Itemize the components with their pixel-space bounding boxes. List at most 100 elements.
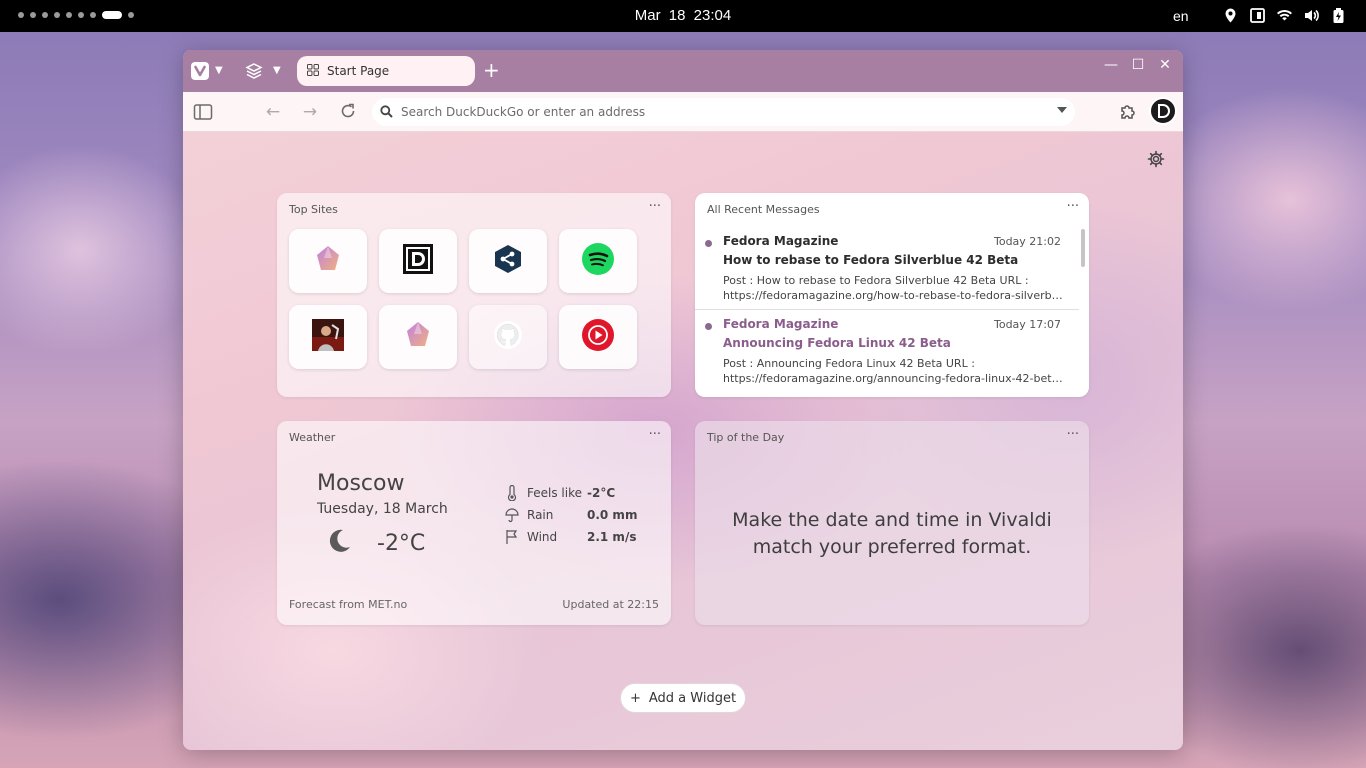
close-window-button[interactable]: ✕ [1155,57,1175,73]
top-site-tile[interactable] [469,229,547,293]
tab-title: Start Page [327,64,390,78]
message-subject: Announcing Fedora Linux 42 Beta [723,336,951,350]
system-top-bar: Mar 18 23:04 en [0,0,1366,32]
address-input[interactable] [401,105,1021,119]
message-preview-line: https://fedoramagazine.org/announcing-fe… [723,372,1063,385]
weather-widget: Weather ··· Moscow Tuesday, 18 March -2°… [277,421,671,625]
tip-line: match your preferred format. [752,536,1032,558]
search-icon [380,103,393,122]
profile-avatar[interactable] [1149,97,1177,125]
new-tab-button[interactable]: + [483,58,500,82]
wind-value: 2.1 m/s [587,530,637,544]
clock[interactable]: Mar 18 23:04 [0,7,1366,24]
message-item[interactable]: Fedora Magazine Today 21:02 How to rebas… [695,234,1073,303]
tab-start-page[interactable]: Start Page [297,56,475,86]
weather-temperature: -2°C [377,531,426,556]
widget-more-button[interactable]: ··· [649,199,661,214]
start-page-settings-icon[interactable] [1147,150,1165,168]
message-subject: How to rebase to Fedora Silverblue 42 Be… [723,253,1019,267]
system-tray[interactable] [1222,7,1347,24]
keyboard-language[interactable]: en [1173,8,1189,24]
photo-icon [312,319,344,355]
plus-icon: + [629,690,641,706]
widget-title: Weather [289,431,336,444]
tip-of-the-day-widget: Tip of the Day ··· Make the date and tim… [695,421,1089,625]
unread-dot [705,240,712,247]
volume-icon[interactable] [1303,7,1320,24]
gem-icon [313,244,343,278]
top-site-tile[interactable] [379,305,457,369]
weather-city: Moscow [317,471,405,496]
panel-toggle-icon[interactable] [193,102,213,122]
chevron-down-icon[interactable]: ▼ [273,65,281,76]
forward-button[interactable]: → [300,102,320,122]
widget-more-button[interactable]: ··· [1067,199,1079,214]
message-preview-line: Post : Announcing Fedora Linux 42 Beta U… [723,357,975,370]
unread-dot [705,323,712,330]
weather-date: Tuesday, 18 March [317,501,448,517]
tab-bar: ▼ ▼ Start Page + — ☐ ✕ [183,50,1183,92]
reload-button[interactable] [338,102,358,122]
battery-icon[interactable] [1330,7,1347,24]
feels-like-value: -2°C [587,486,616,500]
top-sites-widget: Top Sites ··· [277,193,671,397]
gem-icon [403,320,433,354]
message-time: Today 17:07 [993,318,1061,331]
top-site-tile[interactable] [289,229,367,293]
wind-label: Wind [527,530,558,544]
message-divider [695,309,1079,310]
feels-like-label: Feels like [527,486,582,500]
book-d-icon [402,243,434,279]
tip-text: Make the date and time in Vivaldi match … [715,507,1069,561]
message-item[interactable]: Fedora Magazine Today 17:07 Announcing F… [695,317,1073,386]
youtube-music-icon [582,319,614,355]
location-icon[interactable] [1222,7,1239,24]
address-dropdown-icon[interactable] [1057,107,1067,113]
message-preview-line: Post : How to rebase to Fedora Silverblu… [723,274,1029,287]
widget-title: All Recent Messages [707,203,820,216]
rain-label: Rain [527,508,554,522]
messages-scrollbar[interactable] [1081,229,1085,267]
weather-rain-row: Rain 0.0 mm [505,507,637,523]
recent-messages-widget: All Recent Messages ··· Fedora Magazine … [695,193,1089,397]
share-hex-icon [493,244,523,278]
workspaces-icon[interactable] [245,62,263,80]
extensions-icon[interactable] [1118,102,1138,122]
spotify-icon [582,243,614,279]
tip-line: Make the date and time in Vivaldi [732,509,1052,531]
message-time: Today 21:02 [993,235,1061,248]
weather-feels-like-row: Feels like -2°C [505,484,616,502]
rain-value: 0.0 mm [587,508,638,522]
add-widget-button[interactable]: + Add a Widget [620,683,746,713]
top-site-tile[interactable] [559,229,637,293]
widget-title: Top Sites [289,203,338,216]
top-site-tile[interactable] [379,229,457,293]
screen-share-icon[interactable] [1249,7,1266,24]
github-icon [493,320,523,354]
umbrella-icon [505,507,519,523]
browser-window: ▼ ▼ Start Page + — ☐ ✕ ← → Search DuckDu… [183,50,1183,750]
moon-icon [325,527,353,555]
maximize-button[interactable]: ☐ [1128,57,1148,73]
top-site-tile[interactable] [559,305,637,369]
widget-more-button[interactable]: ··· [649,427,661,442]
top-site-tile[interactable] [469,305,547,369]
back-button[interactable]: ← [263,102,283,122]
add-widget-label: Add a Widget [648,690,737,706]
minimize-button[interactable]: — [1101,57,1121,73]
widget-more-button[interactable]: ··· [1067,427,1079,442]
vivaldi-menu-button[interactable] [191,62,209,80]
address-field[interactable] [372,98,1075,126]
wind-flag-icon [505,529,519,545]
start-page-grid-icon [307,63,319,79]
wifi-icon[interactable] [1276,7,1293,24]
top-site-tile[interactable] [289,305,367,369]
address-bar: ← → [183,92,1183,132]
weather-source-link[interactable]: Forecast from MET.no [289,598,407,611]
chevron-down-icon[interactable]: ▼ [215,65,223,76]
weather-updated-time: Updated at 22:15 [562,598,659,611]
thermometer-icon [505,484,519,502]
weather-wind-row: Wind 2.1 m/s [505,529,636,545]
message-preview-line: https://fedoramagazine.org/how-to-rebase… [723,289,1063,302]
widget-title: Tip of the Day [707,431,785,444]
